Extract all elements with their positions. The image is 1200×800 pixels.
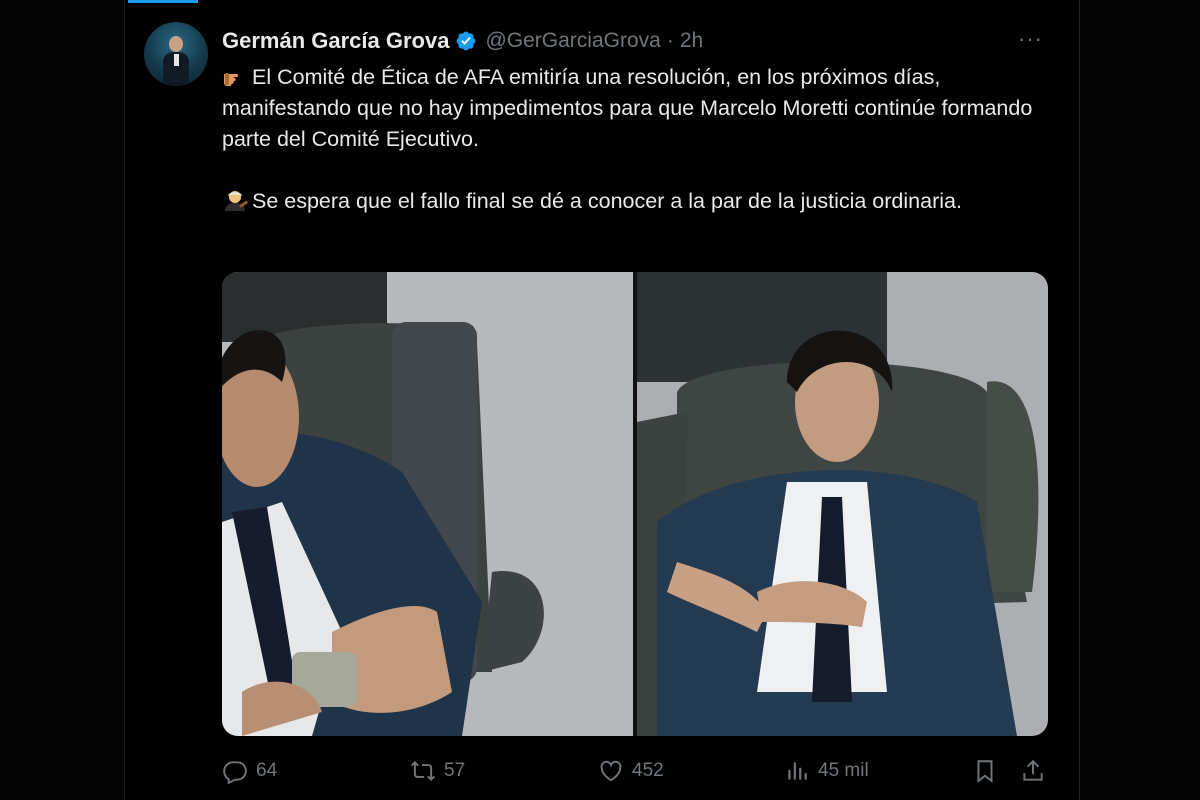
views-icon	[788, 762, 807, 780]
reply-icon	[223, 761, 247, 784]
avatar[interactable]	[144, 22, 208, 86]
share-button[interactable]	[1020, 758, 1046, 784]
repost-icon	[410, 760, 436, 782]
bookmark-button[interactable]	[972, 758, 998, 784]
reply-button[interactable]: 64	[222, 758, 277, 784]
bookmark-icon	[977, 760, 993, 783]
verified-badge-icon	[457, 31, 476, 51]
judge-emoji	[225, 191, 248, 211]
like-count: 452	[632, 760, 664, 781]
author-name[interactable]: Germán García Grova	[222, 28, 449, 54]
left-backdrop	[0, 0, 124, 800]
views-count: 45 mil	[818, 760, 869, 781]
reply-count: 64	[256, 760, 278, 781]
tweet-paragraph-1-text: El Comité de Ética de AFA emitiría una r…	[222, 65, 1033, 151]
repost-count: 57	[444, 760, 466, 781]
tweet-paragraph-2: Se espera que el fallo final se dé a con…	[222, 186, 1062, 217]
tweet-paragraph-1: El Comité de Ética de AFA emitiría una r…	[222, 62, 1062, 155]
right-backdrop	[1078, 0, 1200, 800]
tweet-time[interactable]: 2h	[680, 29, 703, 53]
tweet-media[interactable]	[222, 272, 1048, 736]
pointing-hand-emoji	[224, 73, 239, 86]
top-accent-bar	[128, 0, 198, 3]
repost-button[interactable]: 57	[410, 758, 465, 784]
views-button[interactable]: 45 mil	[784, 758, 869, 784]
man-in-armchair-counting-money-photo[interactable]	[222, 272, 634, 736]
man-in-armchair-adjusting-jacket-photo[interactable]	[636, 272, 1048, 736]
share-icon	[1023, 759, 1043, 781]
like-icon	[600, 760, 622, 782]
tweet-paragraph-2-text: Se espera que el fallo final se dé a con…	[252, 189, 962, 213]
header-separator: ·	[666, 29, 674, 52]
author-handle[interactable]: @GerGarciaGrova	[485, 29, 660, 53]
more-options-icon[interactable]: ···	[1018, 26, 1043, 52]
like-button[interactable]: 452	[598, 758, 664, 784]
tweet-text: El Comité de Ética de AFA emitiría una r…	[222, 62, 1062, 217]
tweet-header: Germán García Grova @GerGarciaGrova · 2h	[222, 27, 703, 55]
action-bar: 64 57 452 45 mil	[222, 758, 1048, 788]
